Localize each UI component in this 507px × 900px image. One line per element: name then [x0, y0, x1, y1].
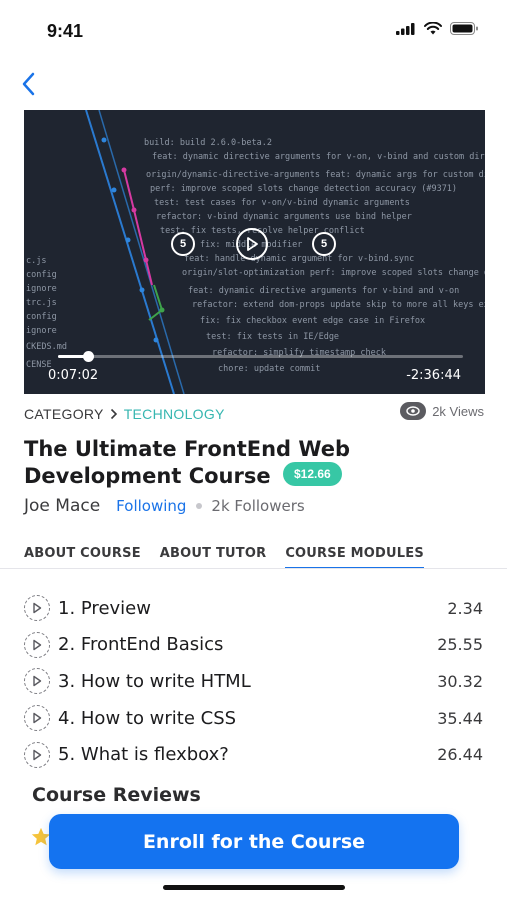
- cellular-signal-icon: [396, 22, 415, 35]
- tab-about-tutor[interactable]: ABOUT TUTOR: [160, 546, 267, 569]
- home-indicator[interactable]: [163, 885, 345, 890]
- module-item[interactable]: 5. What is flexbox? 26.44: [24, 736, 483, 773]
- play-circle-icon: [24, 705, 50, 732]
- play-circle-icon: [24, 741, 50, 768]
- status-icons: [396, 22, 479, 35]
- module-title: 1. Preview: [58, 597, 151, 619]
- breadcrumb-category[interactable]: CATEGORY: [24, 406, 104, 422]
- module-duration: 25.55: [437, 635, 483, 655]
- video-player[interactable]: build: build 2.6.0-beta.2 feat: dynamic …: [24, 110, 485, 394]
- price-badge: $12.66: [283, 462, 342, 486]
- divider: [0, 568, 507, 569]
- module-title: 4. How to write CSS: [58, 707, 237, 729]
- module-item[interactable]: 3. How to write HTML 30.32: [24, 663, 483, 700]
- enroll-button[interactable]: Enroll for the Course: [49, 814, 459, 869]
- remaining-time: -2:36:44: [406, 368, 461, 383]
- tutor-name[interactable]: Joe Mace: [24, 496, 100, 516]
- status-bar: 9:41: [0, 0, 507, 56]
- seek-handle[interactable]: [83, 351, 95, 362]
- module-title: 3. How to write HTML: [58, 670, 251, 692]
- forward-5-button[interactable]: 5: [312, 232, 336, 256]
- tab-about-course[interactable]: ABOUT COURSE: [24, 546, 141, 569]
- eye-icon: [400, 402, 427, 420]
- views-count: 2k Views: [400, 402, 484, 420]
- module-item[interactable]: 4. How to write CSS 35.44: [24, 700, 483, 737]
- course-tabs: ABOUT COURSE ABOUT TUTOR COURSE MODULES: [24, 546, 424, 569]
- module-title: 5. What is flexbox?: [58, 744, 229, 766]
- module-item[interactable]: 2. FrontEnd Basics 25.55: [24, 627, 483, 664]
- module-duration: 2.34: [447, 598, 483, 618]
- status-time: 9:41: [47, 21, 84, 41]
- play-button[interactable]: [236, 228, 268, 260]
- play-circle-icon: [24, 631, 50, 658]
- separator-dot: [196, 503, 203, 509]
- tutor-row: Joe Mace Following 2k Followers: [24, 496, 305, 516]
- reviews-heading: Course Reviews: [32, 784, 201, 806]
- play-icon: [247, 237, 258, 251]
- module-title: 2. FrontEnd Basics: [58, 634, 224, 656]
- follow-button[interactable]: Following: [116, 497, 186, 515]
- rewind-5-button[interactable]: 5: [171, 232, 195, 256]
- play-circle-icon: [24, 595, 50, 622]
- chevron-right-icon: [110, 408, 117, 420]
- video-controls: 5 5 0:07:02 -2:36:44: [24, 110, 485, 394]
- module-item[interactable]: 1. Preview 2.34: [24, 590, 483, 627]
- elapsed-time: 0:07:02: [48, 368, 99, 383]
- tab-course-modules[interactable]: COURSE MODULES: [285, 546, 424, 569]
- breadcrumb: CATEGORY TECHNOLOGY: [24, 406, 225, 422]
- rewind-5-icon: 5: [179, 238, 187, 250]
- module-duration: 30.32: [437, 671, 483, 691]
- module-duration: 35.44: [437, 708, 483, 728]
- battery-icon: [450, 22, 478, 35]
- followers-count: 2k Followers: [211, 497, 305, 515]
- seek-bar[interactable]: [58, 351, 463, 362]
- views-label: 2k Views: [432, 403, 484, 419]
- module-duration: 26.44: [437, 745, 483, 765]
- breadcrumb-technology[interactable]: TECHNOLOGY: [124, 406, 225, 422]
- module-list: 1. Preview 2.34 2. FrontEnd Basics 25.55…: [24, 590, 483, 773]
- play-circle-icon: [24, 668, 50, 695]
- forward-5-icon: 5: [320, 238, 328, 250]
- back-chevron-icon[interactable]: [18, 70, 42, 98]
- wifi-icon: [424, 22, 442, 35]
